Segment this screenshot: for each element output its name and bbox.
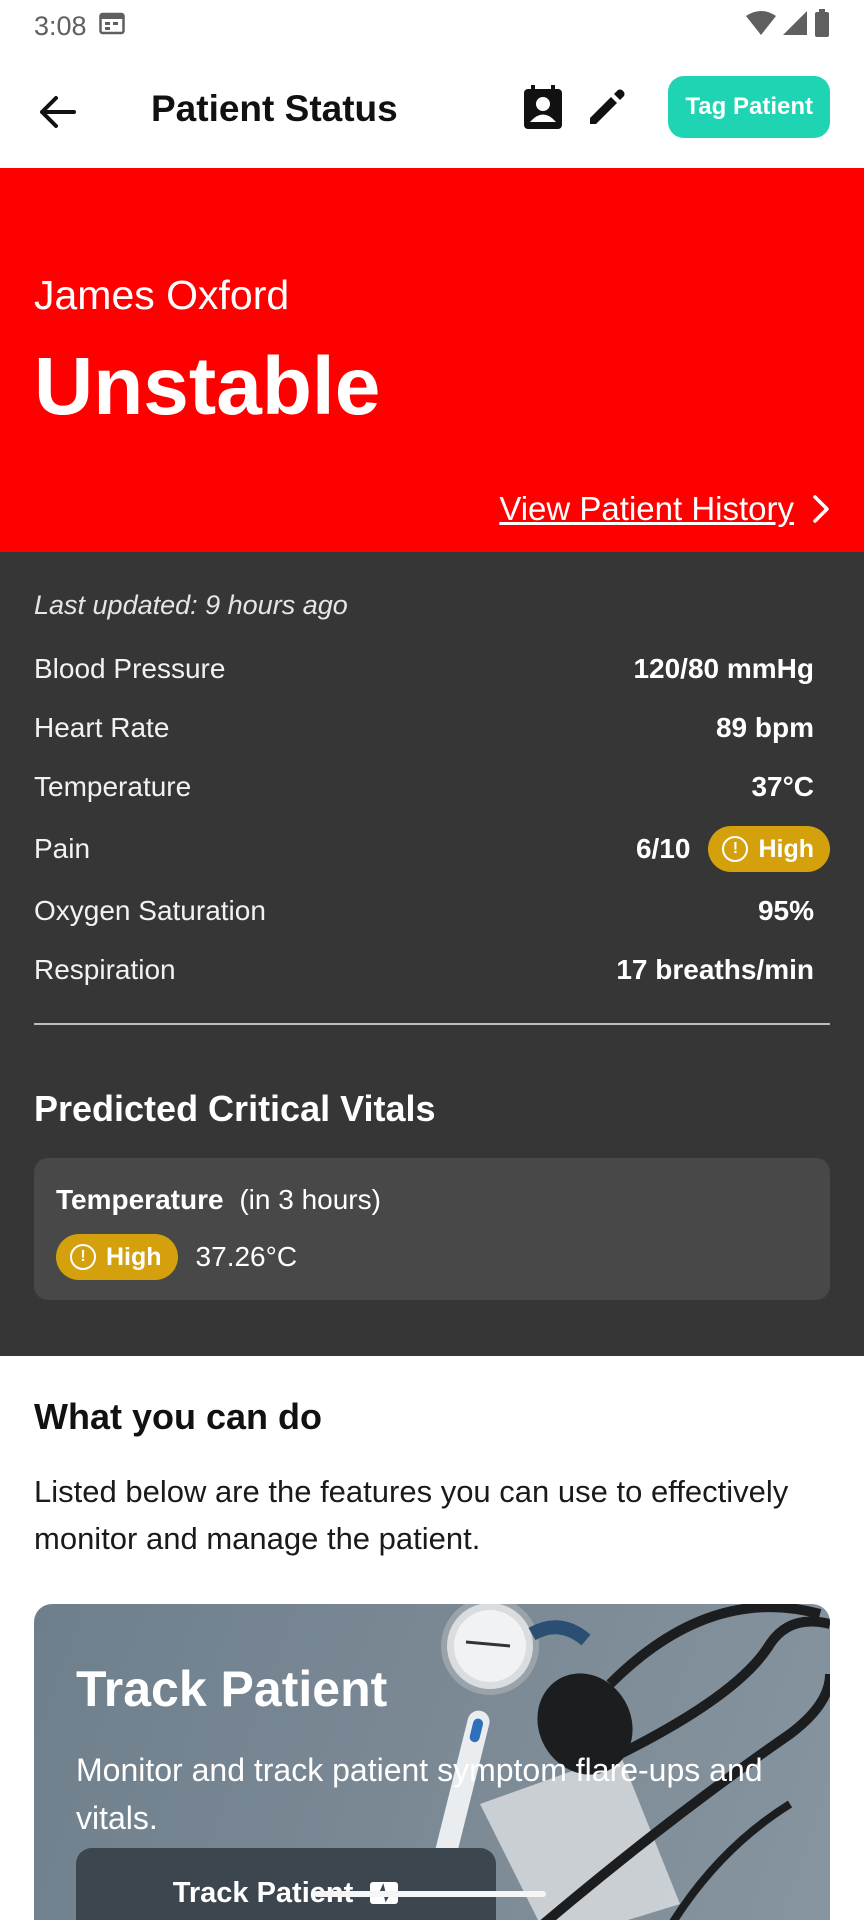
vital-label: Pain: [34, 833, 91, 864]
app-actions: Tag Patient: [520, 76, 830, 138]
calendar-notification-icon: [98, 11, 125, 42]
predicted-vitals-title: Predicted Critical Vitals: [34, 1088, 436, 1129]
vital-row-respiration: Respiration 17 breaths/min: [34, 945, 830, 995]
high-alert-badge: ! High: [56, 1234, 178, 1280]
vitals-panel: Last updated: 9 hours ago Blood Pressure…: [0, 552, 864, 1356]
predicted-vital-timeframe: (in 3 hours): [239, 1184, 381, 1215]
last-updated-text: Last updated: 9 hours ago: [34, 590, 348, 620]
app-bar: Patient Status Tag Patient: [0, 56, 864, 168]
vital-value: 17 breaths/min: [616, 954, 814, 985]
back-button[interactable]: [34, 88, 82, 136]
predicted-vital-heading: Temperature (in 3 hours): [56, 1184, 381, 1216]
predicted-vital-value: 37.26°C: [195, 1241, 298, 1272]
patient-status-header: James Oxford Unstable View Patient Histo…: [0, 168, 864, 552]
track-card-title: Track Patient: [76, 1661, 388, 1717]
track-card-description: Monitor and track patient symptom flare-…: [76, 1752, 763, 1836]
home-indicator[interactable]: [314, 1891, 546, 1897]
badge-label: High: [758, 834, 814, 863]
status-bar: 3:08: [0, 0, 864, 52]
section-title: What you can do: [34, 1396, 322, 1437]
vital-value: 120/80 mmHg: [633, 653, 814, 684]
page-title: Patient Status: [151, 88, 398, 129]
divider: [34, 1023, 830, 1025]
section-description: Listed below are the features you can us…: [34, 1474, 789, 1556]
high-alert-badge: ! High: [708, 826, 830, 872]
wifi-icon: [746, 10, 776, 43]
predicted-vital-name: Temperature: [56, 1184, 224, 1215]
vital-row-blood-pressure: Blood Pressure 120/80 mmHg: [34, 644, 830, 694]
view-history-link[interactable]: View Patient History: [499, 490, 830, 528]
vital-row-heart-rate: Heart Rate 89 bpm: [34, 703, 830, 753]
track-patient-card[interactable]: Track Patient Monitor and track patient …: [34, 1604, 830, 1920]
pencil-icon: [590, 89, 625, 124]
tag-patient-button[interactable]: Tag Patient: [668, 76, 830, 138]
cell-signal-icon: [782, 10, 808, 43]
vital-label: Temperature: [34, 771, 192, 802]
vital-row-temperature: Temperature 37°C: [34, 762, 830, 812]
vital-label: Heart Rate: [34, 712, 170, 743]
patient-stability-status: Unstable: [34, 341, 381, 432]
contact-card-button[interactable]: [520, 84, 566, 130]
vital-row-pain: Pain 6/10 ! High: [34, 824, 830, 874]
status-time: 3:08: [34, 10, 87, 41]
arrow-back-icon: [40, 96, 76, 128]
status-left: 3:08: [34, 11, 125, 42]
vital-value: 6/10: [635, 833, 691, 864]
predicted-vital-card: Temperature (in 3 hours) ! High 37.26°C: [34, 1158, 830, 1300]
battery-icon: [814, 8, 830, 44]
badge-label: High: [106, 1242, 162, 1271]
track-patient-button[interactable]: Track Patient: [76, 1848, 496, 1920]
vital-value: 89 bpm: [715, 712, 814, 743]
status-right: [746, 8, 830, 44]
alert-circle-icon: !: [722, 836, 749, 862]
pain-value-group: 6/10 ! High: [636, 826, 830, 872]
vital-label: Respiration: [34, 954, 176, 985]
vital-value: 95%: [757, 895, 814, 926]
chevron-right-icon: [813, 495, 829, 523]
contact-card-icon: [524, 85, 563, 129]
alert-circle-icon: !: [70, 1244, 96, 1270]
vital-value: 37°C: [751, 771, 814, 802]
patient-name: James Oxford: [34, 272, 290, 318]
vital-row-oxygen-saturation: Oxygen Saturation 95%: [34, 886, 830, 936]
view-history-label: View Patient History: [499, 490, 794, 527]
predicted-vital-detail: ! High 37.26°C: [56, 1234, 297, 1280]
vital-label: Blood Pressure: [34, 653, 226, 684]
edit-button[interactable]: [584, 84, 630, 130]
vital-label: Oxygen Saturation: [34, 895, 266, 926]
